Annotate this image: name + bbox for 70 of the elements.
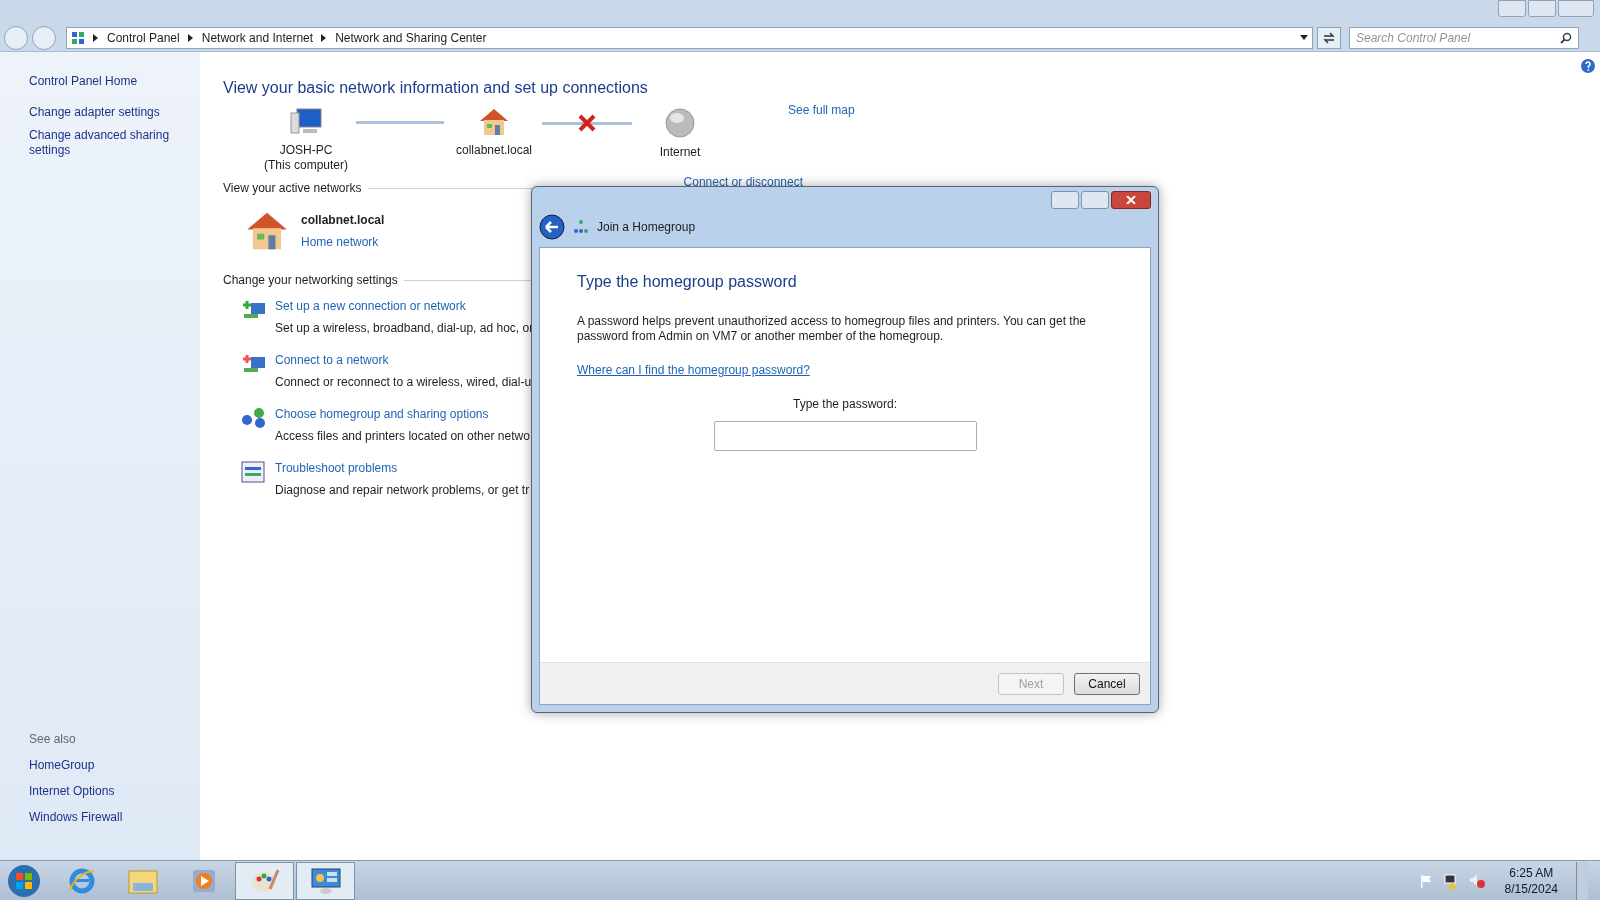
control-panel-icon	[71, 30, 85, 45]
task-link[interactable]: Choose homegroup and sharing options	[275, 405, 530, 423]
breadcrumb-arrow-icon	[321, 33, 328, 42]
dropdown-arrow-icon[interactable]	[1300, 35, 1308, 40]
section-heading: View your active networks	[223, 180, 362, 197]
homegroup-icon	[241, 407, 267, 429]
password-field[interactable]	[713, 421, 977, 451]
minimize-button[interactable]	[1498, 0, 1526, 17]
sidebar-link[interactable]: Control Panel Home	[29, 72, 171, 90]
search-field[interactable]: Search Control Panel	[1356, 28, 1560, 47]
back-arrow-button[interactable]	[539, 214, 565, 240]
taskbar-button[interactable]	[235, 861, 294, 900]
breadcrumb-item[interactable]: Network and Sharing Center	[335, 28, 487, 47]
show-desktop-button[interactable]	[1576, 861, 1588, 900]
network-type-link[interactable]: Home network	[301, 233, 385, 251]
sidebar-link[interactable]: Change advanced sharing settings	[29, 128, 171, 158]
password-label: Type the password:	[792, 396, 898, 413]
breadcrumb-item[interactable]: Control Panel	[107, 28, 180, 47]
task-link[interactable]: Connect to a network	[275, 351, 532, 369]
control-panel-icon[interactable]	[309, 866, 342, 895]
section-heading: Change your networking settings	[223, 272, 398, 289]
back-button[interactable]	[4, 25, 28, 50]
close-icon	[1126, 196, 1136, 204]
dialog-description: A password helps prevent unauthorized access to homegroup files and printers. You can get the password from Admin on VM7 or another member of the homegroup.	[577, 314, 1087, 344]
address-bar[interactable]: Control Panel Network and Internet Network and Sharing Center	[66, 26, 1313, 49]
help-icon[interactable]	[1580, 58, 1596, 74]
restore-button[interactable]	[1528, 0, 1556, 17]
refresh-icon	[1323, 31, 1335, 44]
minimize-button[interactable]	[1051, 191, 1079, 209]
muted-speaker-icon[interactable]	[1468, 872, 1485, 889]
dialog-title: Join a Homegroup	[597, 219, 696, 236]
search-box[interactable]: Search Control Panel	[1349, 26, 1579, 49]
breadcrumb-item[interactable]: Network and Internet	[201, 28, 314, 47]
task-link[interactable]: Troubleshoot problems	[275, 459, 530, 477]
sidebar-link[interactable]: HomeGroup	[29, 756, 171, 774]
taskbar-button[interactable]	[296, 861, 355, 900]
sidebar-link[interactable]: Internet Options	[29, 782, 171, 800]
see-also-heading: See also	[29, 731, 77, 748]
clock-time[interactable]: 6:25 AM	[1509, 864, 1554, 881]
computer-icon	[289, 107, 323, 137]
network-computers-icon	[241, 299, 267, 321]
network-name: collabnet.local	[301, 212, 385, 229]
refresh-button[interactable]	[1317, 26, 1341, 49]
task-description: Connect or reconnect to a wireless, wired, dial-u	[275, 374, 532, 391]
map-node-label: collabnet.local	[455, 143, 533, 158]
dialog-button[interactable]: Cancel	[1074, 672, 1140, 695]
troubleshoot-icon	[241, 461, 265, 483]
forward-button[interactable]	[32, 25, 56, 50]
task-link[interactable]: Set up a new connection or network	[275, 297, 534, 315]
close-button[interactable]	[1111, 191, 1151, 209]
clock-date[interactable]: 8/15/2024	[1504, 880, 1558, 897]
see-full-map-link[interactable]: See full map	[788, 101, 855, 119]
globe-icon	[664, 107, 696, 139]
homegroup-icon	[573, 219, 589, 235]
maximize-button[interactable]	[1081, 191, 1109, 209]
breadcrumb-arrow-icon	[187, 33, 194, 42]
help-link[interactable]: Where can I find the homegroup password?	[577, 361, 810, 379]
breadcrumb-arrow-icon	[93, 33, 99, 42]
network-icon[interactable]	[1442, 872, 1459, 889]
task-description: Diagnose and repair network problems, or get tr	[275, 482, 530, 499]
sidebar-link[interactable]: Windows Firewall	[29, 808, 171, 826]
map-node-label: Internet	[659, 145, 701, 160]
map-node-label: JOSH-PC (This computer)	[264, 143, 348, 173]
search-icon	[1560, 31, 1572, 44]
sidebar-link[interactable]: Change adapter settings	[29, 105, 171, 120]
dialog-heading: Type the homegroup password	[577, 272, 798, 292]
page-heading: View your basic network information and set up connections	[223, 78, 648, 98]
flag-icon[interactable]	[1418, 873, 1433, 888]
network-computers-icon	[241, 353, 267, 375]
task-description: Access files and printers located on other netwo	[275, 428, 530, 445]
